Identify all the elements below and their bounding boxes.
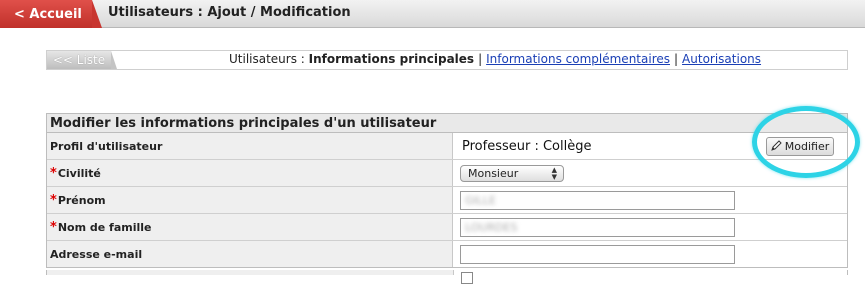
first-name-label: * Prénom (47, 187, 453, 213)
partial-next-row (46, 270, 848, 284)
last-name-value-cell: LOURDES (453, 214, 847, 240)
last-name-value: LOURDES (465, 220, 518, 234)
breadcrumb: Utilisateurs : Informations principales |… (229, 52, 761, 66)
separator: | (478, 52, 483, 66)
last-name-label: * Nom de famille (47, 214, 453, 240)
back-to-list-button[interactable]: << Liste (47, 51, 117, 69)
tab-additional-info[interactable]: Informations complémentaires (486, 52, 670, 66)
form-title: Modifier les informations principales d'… (47, 114, 847, 133)
email-label: Adresse e-mail (47, 241, 453, 267)
first-name-label-text: Prénom (57, 193, 106, 207)
tab-main-info: Informations principales (308, 52, 475, 66)
civility-select[interactable]: Monsieur ▲ ▼ (460, 164, 564, 182)
tab-authorizations[interactable]: Autorisations (682, 52, 761, 66)
user-form: Modifier les informations principales d'… (46, 113, 848, 268)
first-name-field[interactable]: GILLE (460, 190, 735, 210)
page-title: Utilisateurs : Ajout / Modification (108, 5, 351, 20)
civility-selected-value: Monsieur (468, 166, 519, 180)
row-first-name: * Prénom GILLE (47, 187, 847, 214)
partial-checkbox[interactable] (461, 272, 473, 284)
highlight-ring (752, 106, 860, 178)
partial-row-label (47, 270, 454, 275)
last-name-field[interactable]: LOURDES (460, 217, 735, 237)
email-label-text: Adresse e-mail (50, 247, 143, 261)
required-marker: * (50, 165, 57, 181)
profile-value: Professeur : Collège (462, 138, 592, 154)
row-civility: * Civilité Monsieur ▲ ▼ (47, 160, 847, 187)
separator: | (674, 52, 679, 66)
profile-label-text: Profil d'utilisateur (50, 139, 163, 153)
first-name-value: GILLE (465, 193, 496, 207)
row-last-name: * Nom de famille LOURDES (47, 214, 847, 241)
civility-label: * Civilité (47, 160, 453, 186)
row-email: Adresse e-mail (47, 241, 847, 267)
home-button[interactable]: < Accueil (0, 0, 102, 28)
sub-navigation: << Liste Utilisateurs : Informations pri… (46, 50, 848, 70)
required-marker: * (50, 219, 57, 235)
required-marker: * (50, 192, 57, 208)
last-name-label-text: Nom de famille (57, 220, 152, 234)
select-arrows-icon: ▲ ▼ (551, 165, 557, 181)
top-bar: < Accueil Utilisateurs : Ajout / Modific… (0, 0, 865, 28)
profile-label: Profil d'utilisateur (47, 133, 453, 159)
email-field[interactable] (460, 244, 735, 264)
row-profile: Profil d'utilisateur Professeur : Collèg… (47, 133, 847, 160)
civility-label-text: Civilité (57, 166, 101, 180)
first-name-value-cell: GILLE (453, 187, 847, 213)
email-value-cell (453, 241, 847, 267)
breadcrumb-prefix: Utilisateurs : (229, 52, 309, 66)
